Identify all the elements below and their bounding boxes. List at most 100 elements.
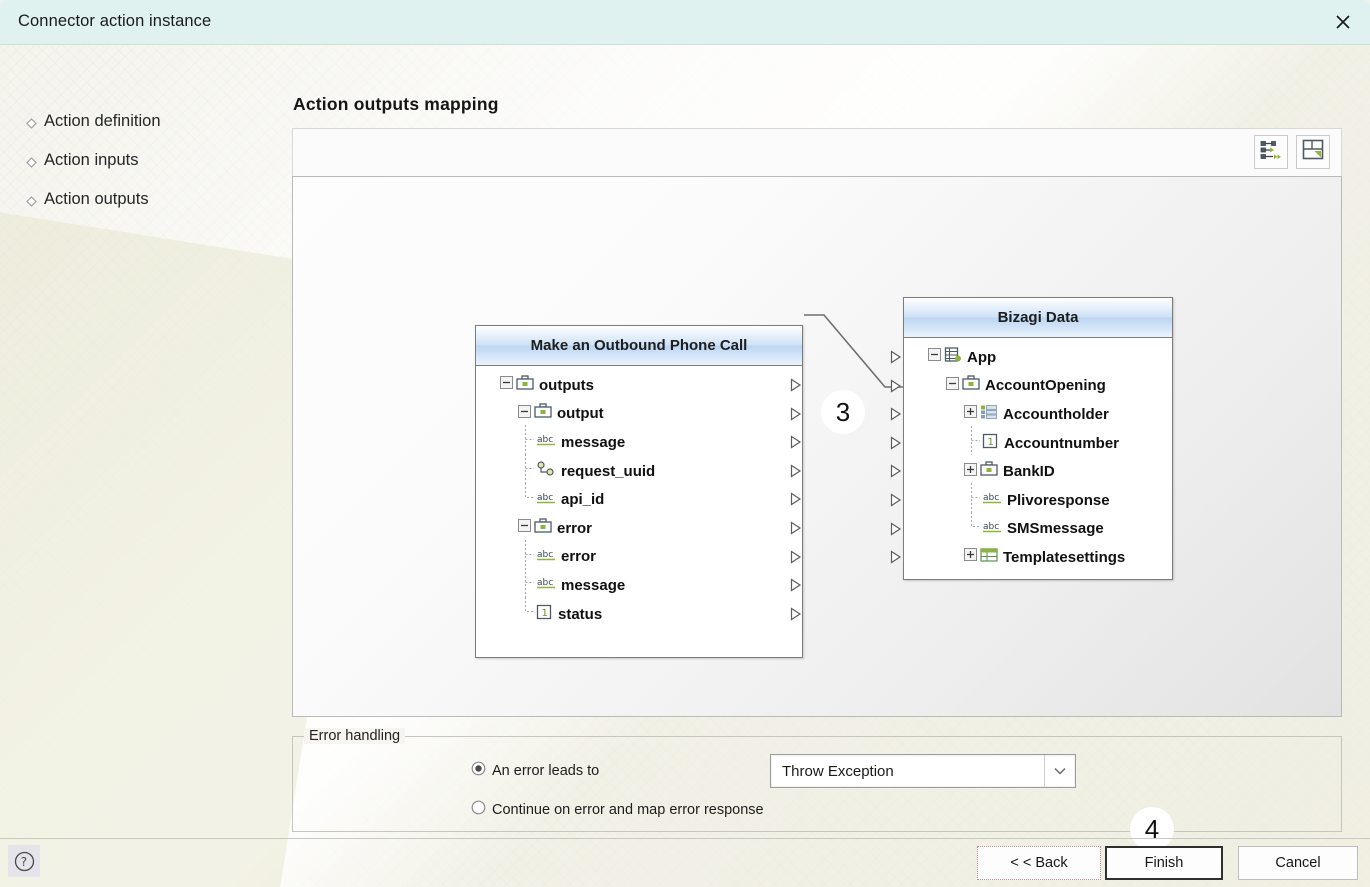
help-question-icon[interactable]: ?	[8, 845, 40, 877]
tree-node-error[interactable]: abc error	[476, 539, 803, 572]
target-mapping-panel: Bizagi Data App AccountOpening Accountho…	[890, 297, 1173, 580]
tree-node-api-id[interactable]: abc api_id	[476, 482, 803, 514]
abc-text-icon: abc	[982, 519, 1002, 539]
collapse-expander-icon[interactable]	[928, 348, 941, 366]
diamond-bullet-icon	[26, 155, 37, 168]
cancel-button[interactable]: Cancel	[1238, 846, 1358, 880]
tree-node-error-group[interactable]: error	[476, 514, 802, 543]
expand-expander-icon[interactable]	[964, 462, 977, 481]
source-panel-title: Make an Outbound Phone Call	[476, 326, 802, 366]
main-content: Action outputs mapping Make an Outbound …	[285, 44, 1370, 851]
table-entity-icon	[980, 547, 998, 568]
svg-text:1: 1	[988, 437, 994, 448]
tree-node-smsmessage[interactable]: abc SMSmessage	[890, 511, 1172, 546]
tree-node-accountopening[interactable]: AccountOpening	[890, 372, 1172, 401]
collapse-expander-icon[interactable]	[946, 376, 959, 395]
tree-node-label: message	[561, 433, 626, 451]
abc-text-icon: abc	[536, 490, 556, 510]
radio-continue-on-error[interactable]: Continue on error and map error response	[471, 800, 764, 820]
tree-node-label: AccountOpening	[985, 377, 1106, 395]
window-title: Connector action instance	[18, 12, 212, 30]
tree-node-accountnumber[interactable]: 1 Accountnumber	[890, 426, 1172, 458]
target-port-smsmessage[interactable]	[889, 521, 903, 536]
tree-node-plivoresponse[interactable]: abc Plivoresponse	[890, 483, 1172, 515]
sidebar-item-label: Action outputs	[44, 189, 149, 208]
target-tree: App AccountOpening Accountholder 1 Accou…	[890, 338, 1172, 579]
tree-node-status[interactable]: 1 status	[476, 597, 803, 631]
target-port-accountopening[interactable]	[889, 378, 903, 393]
tree-node-label: outputs	[539, 376, 594, 394]
back-button[interactable]: < < Back	[977, 846, 1101, 880]
expand-expander-icon[interactable]	[964, 405, 977, 423]
tree-node-label: api_id	[561, 491, 605, 509]
tree-node-output[interactable]: output	[476, 400, 802, 429]
source-port-outputs[interactable]	[789, 378, 803, 392]
source-port-request-uuid[interactable]	[789, 464, 803, 478]
radio-label: Continue on error and map error response	[492, 802, 764, 818]
svg-text:abc: abc	[537, 493, 553, 503]
tree-node-label: SMSmessage	[1007, 520, 1104, 538]
svg-text:abc: abc	[983, 522, 999, 532]
briefcase-icon	[980, 461, 998, 482]
tree-node-request-uuid[interactable]: request_uuid	[476, 454, 803, 486]
tree-node-label: App	[967, 348, 997, 366]
error-handling-group: Error handling An error leads to Continu…	[292, 728, 1342, 832]
error-action-select[interactable]: Throw Exception	[770, 754, 1076, 788]
tree-node-label: Accountnumber	[1004, 434, 1120, 452]
svg-text:abc: abc	[983, 493, 999, 503]
radio-unselected-icon[interactable]	[471, 800, 486, 820]
dialog-footer: ? < < Back Finish Cancel	[0, 838, 1370, 887]
expand-expander-icon[interactable]	[964, 548, 977, 566]
abc-text-icon: abc	[536, 575, 556, 595]
target-port-plivoresponse[interactable]	[889, 493, 903, 507]
svg-text:abc: abc	[537, 550, 553, 560]
auto-map-button[interactable]	[1254, 135, 1288, 169]
tree-node-app[interactable]: App	[890, 343, 1172, 372]
source-port-status[interactable]	[789, 607, 803, 621]
target-port-templatesettings[interactable]	[889, 550, 903, 564]
tree-node-label: error	[557, 519, 593, 537]
source-port-error-group[interactable]	[789, 521, 803, 535]
number-one-icon: 1	[982, 433, 999, 454]
source-port-output[interactable]	[789, 406, 803, 421]
tree-node-accountholder[interactable]: Accountholder	[890, 400, 1172, 429]
collapse-expander-icon[interactable]	[518, 404, 531, 423]
target-port-accountholder[interactable]	[889, 407, 903, 421]
source-port-api-id[interactable]	[789, 492, 803, 506]
tree-node-bankid[interactable]: BankID	[890, 457, 1172, 486]
source-port-message[interactable]	[789, 435, 803, 449]
tree-node-templatesettings[interactable]: Templatesettings	[890, 543, 1172, 572]
diamond-bullet-icon	[26, 116, 37, 129]
tree-node-outputs[interactable]: outputs	[476, 371, 802, 400]
source-port-error-message[interactable]	[789, 578, 803, 592]
tree-node-error-message[interactable]: abc message	[476, 568, 803, 600]
target-port-bankid[interactable]	[889, 464, 903, 478]
tree-node-message[interactable]: abc message	[476, 425, 803, 457]
error-action-select-value: Throw Exception	[782, 762, 894, 780]
close-icon[interactable]	[1316, 0, 1370, 43]
finish-button[interactable]: Finish	[1105, 846, 1223, 880]
radio-selected-icon[interactable]	[471, 761, 486, 781]
radio-error-leads-to[interactable]: An error leads to	[471, 761, 599, 781]
title-bar: Connector action instance	[0, 0, 1370, 45]
collapse-expander-icon[interactable]	[518, 519, 531, 537]
chevron-down-icon[interactable]	[1044, 755, 1075, 787]
sidebar-item-action-definition[interactable]: Action definition	[26, 110, 161, 132]
source-port-error[interactable]	[789, 549, 803, 564]
sidebar-item-action-outputs[interactable]: Action outputs	[26, 188, 149, 210]
tree-node-label: error	[561, 548, 597, 566]
auto-layout-button[interactable]	[1296, 135, 1330, 169]
target-port-accountnumber[interactable]	[889, 436, 903, 450]
tree-guide-icon	[968, 511, 982, 546]
mapping-links	[804, 314, 905, 388]
mapping-canvas[interactable]: Make an Outbound Phone Call outputs outp…	[292, 176, 1342, 717]
collapse-expander-icon[interactable]	[500, 376, 513, 394]
target-port-app[interactable]	[889, 350, 903, 364]
tree-guide-icon	[522, 597, 536, 631]
source-tree: outputs output abc message request_uuid …	[476, 366, 802, 657]
abc-text-icon: abc	[536, 547, 556, 567]
tree-node-label: output	[557, 405, 604, 423]
target-panel-title: Bizagi Data	[904, 298, 1172, 338]
briefcase-icon	[534, 518, 552, 539]
sidebar-item-action-inputs[interactable]: Action inputs	[26, 149, 138, 171]
